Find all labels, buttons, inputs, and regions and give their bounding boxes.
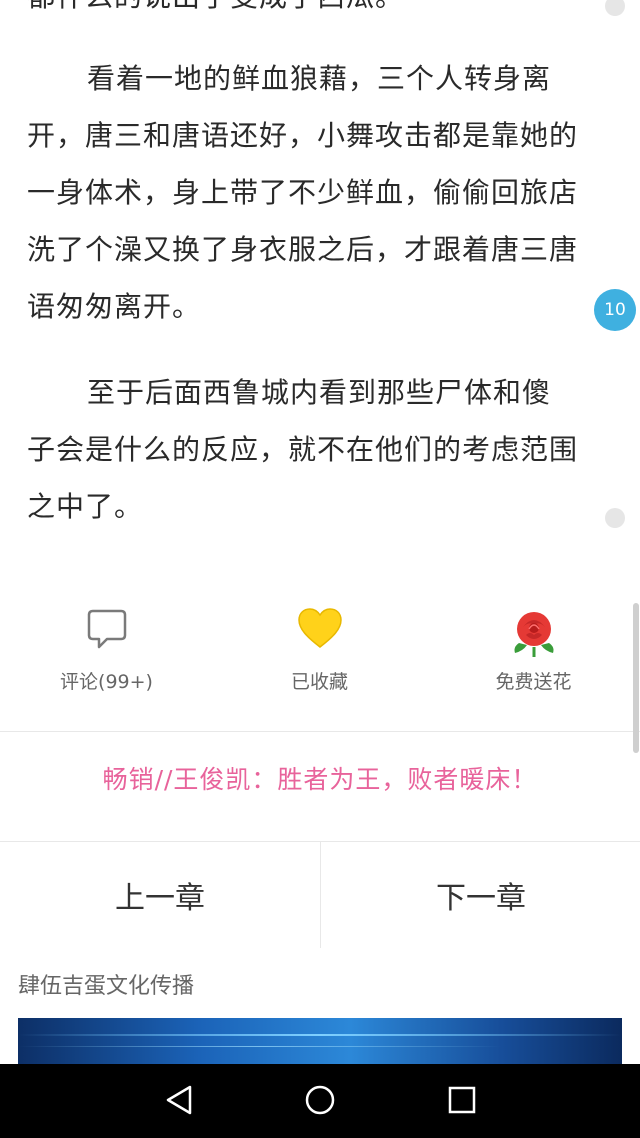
back-button[interactable] [155, 1078, 203, 1126]
paragraph: 看着一地的鲜血狼藉，三个人转身离开，唐三和唐语还好，小舞攻击都是靠她的一身体术，… [27, 50, 579, 335]
paragraph-cut-off: 都什么的说出了变成了西瓜。 [27, 0, 579, 25]
recent-square-icon [447, 1085, 477, 1119]
action-row: 评论(99+) 已收藏 免费送花 [0, 595, 640, 730]
source-name: 肆伍吉蛋文化传播 [18, 974, 195, 999]
back-triangle-icon [164, 1084, 194, 1120]
recent-apps-button[interactable] [438, 1078, 486, 1126]
rose-icon [509, 607, 559, 663]
flower-button[interactable]: 免费送花 [427, 595, 640, 730]
prev-chapter-button[interactable]: 上一章 [0, 842, 320, 948]
divider [0, 731, 640, 732]
paragraph-comment-dot[interactable] [605, 508, 625, 528]
favorite-button[interactable]: 已收藏 [213, 595, 426, 730]
comment-label: 评论(99+) [60, 671, 153, 693]
paragraph-comment-badge[interactable]: 10 [594, 289, 636, 331]
scrollbar[interactable] [633, 603, 639, 753]
flower-label: 免费送花 [495, 671, 572, 693]
speech-bubble-icon [87, 607, 127, 655]
heart-icon [297, 607, 343, 653]
chapter-navigation: 上一章 下一章 [0, 842, 640, 948]
promo-link[interactable]: 畅销//王俊凯：胜者为王，败者暖床！ [0, 760, 640, 796]
ad-banner-image[interactable] [18, 1018, 622, 1064]
paragraph: 至于后面西鲁城内看到那些尸体和傻子会是什么的反应，就不在他们的考虑范围之中了。 [27, 364, 579, 535]
paragraph-text: 看着一地的鲜血狼藉，三个人转身离开，唐三和唐语还好，小舞攻击都是靠她的一身体术，… [27, 62, 579, 323]
system-navigation-bar [0, 1064, 640, 1138]
comment-button[interactable]: 评论(99+) [0, 595, 213, 730]
reader-content: 都什么的说出了变成了西瓜。 看着一地的鲜血狼藉，三个人转身离开，唐三和唐语还好，… [0, 0, 640, 580]
favorite-label: 已收藏 [290, 671, 348, 693]
home-button[interactable] [296, 1078, 344, 1126]
next-chapter-button[interactable]: 下一章 [321, 842, 640, 948]
paragraph-text: 至于后面西鲁城内看到那些尸体和傻子会是什么的反应，就不在他们的考虑范围之中了。 [27, 376, 579, 523]
home-circle-icon [304, 1084, 336, 1120]
